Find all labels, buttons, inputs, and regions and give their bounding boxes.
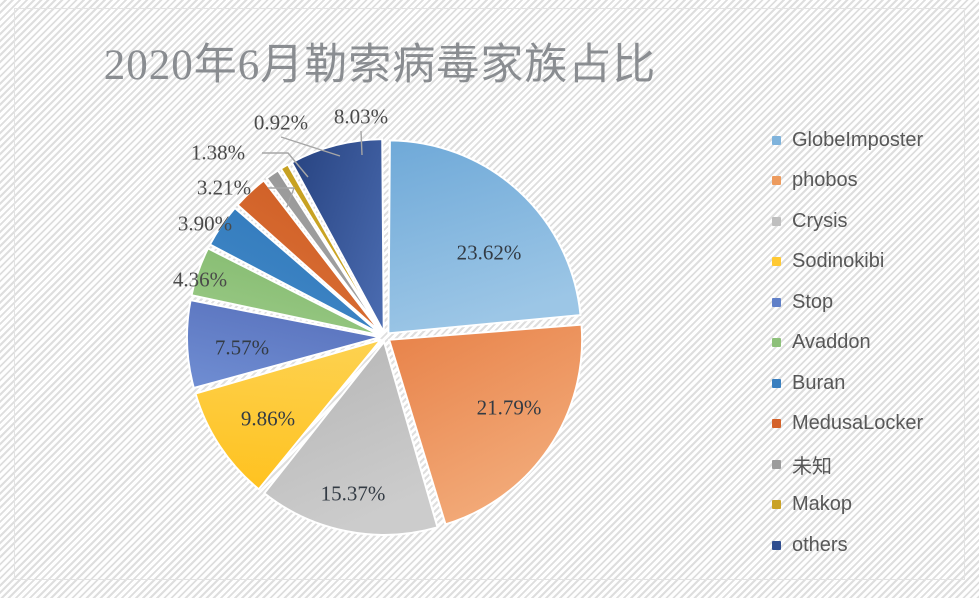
legend-item-label: Crysis [792, 209, 848, 232]
legend-item[interactable]: Avaddon [772, 323, 972, 364]
legend-swatch-icon [772, 338, 781, 348]
legend-item[interactable]: GlobeImposter [772, 120, 972, 161]
legend-swatch-icon [772, 459, 781, 469]
pie-leader-line [360, 130, 363, 156]
pie-slice-value-label: 4.36% [172, 267, 228, 292]
legend-swatch-icon [772, 378, 781, 388]
legend-swatch-icon [772, 216, 781, 226]
legend-item[interactable]: MedusaLocker [772, 404, 972, 445]
legend-item-label: 未知 [792, 455, 832, 478]
legend-item-label: phobos [792, 169, 858, 192]
pie-slice-value-label: 3.21% [196, 175, 252, 200]
legend-item-label: Makop [792, 493, 853, 516]
legend-item-label: GlobeImposter [792, 128, 924, 151]
pie-slice[interactable] [387, 139, 582, 335]
legend-swatch-icon [772, 135, 781, 145]
legend-item[interactable]: Makop [772, 485, 972, 526]
legend-item[interactable]: Crysis [772, 201, 972, 242]
pie-slice-value-label: 9.86% [240, 406, 296, 431]
chart-legend: GlobeImposter phobos Crysis Sodinokibi Stop A… [772, 120, 972, 566]
legend-swatch-icon [772, 540, 781, 550]
pie-slice-value-label: 21.79% [476, 395, 542, 420]
legend-item-label: Stop [792, 290, 834, 313]
pie-slice-value-label: 3.90% [177, 211, 233, 236]
pie-slice-value-label: 7.57% [214, 335, 270, 360]
legend-swatch-icon [772, 176, 781, 186]
legend-item[interactable]: Sodinokibi [772, 242, 972, 283]
legend-item-label: Buran [792, 371, 846, 394]
pie-slice-value-label: 0.92% [253, 110, 309, 135]
legend-item-label: MedusaLocker [792, 412, 924, 435]
pie-slice-value-label: 15.37% [320, 481, 386, 506]
legend-item-label: Avaddon [792, 331, 871, 354]
legend-swatch-icon [772, 257, 781, 267]
pie-slice-value-label: 23.62% [456, 240, 522, 265]
legend-item[interactable]: 未知 [772, 444, 972, 485]
legend-item[interactable]: Buran [772, 363, 972, 404]
pie-slice-value-label: 8.03% [333, 104, 389, 129]
legend-item[interactable]: others [772, 525, 972, 566]
pie-slice-value-label: 1.38% [190, 140, 246, 165]
legend-swatch-icon [772, 500, 781, 510]
legend-swatch-icon [772, 297, 781, 307]
legend-item[interactable]: Stop [772, 282, 972, 323]
legend-swatch-icon [772, 419, 781, 429]
legend-item-label: others [792, 533, 848, 556]
chart-canvas: 2020年6月勒索病毒家族占比 23.62% 21.79% 15.37% 9.8… [0, 0, 979, 598]
legend-item[interactable]: phobos [772, 161, 972, 202]
legend-item-label: Sodinokibi [792, 250, 885, 273]
